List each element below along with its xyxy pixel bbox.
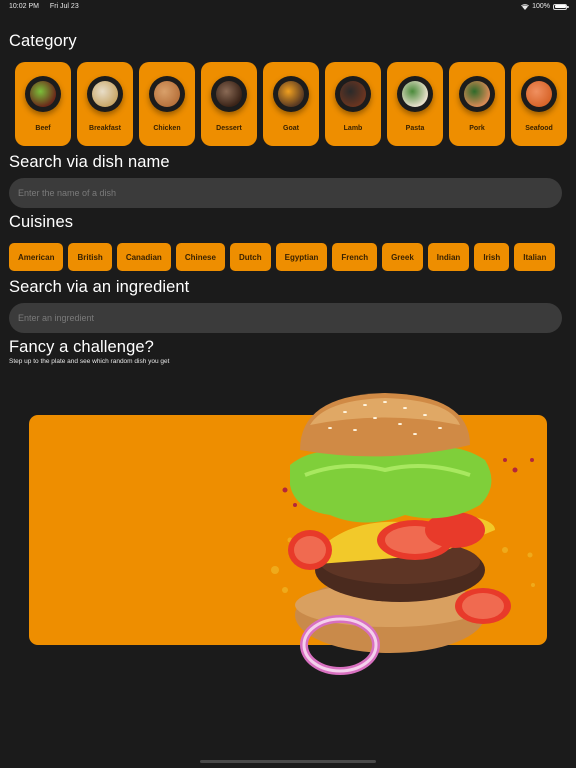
dish-search-title: Search via dish name: [9, 153, 170, 171]
cuisine-chip-american[interactable]: American: [9, 243, 64, 271]
cuisine-chip-british[interactable]: British: [68, 243, 112, 271]
category-card-lamb[interactable]: Lamb: [325, 62, 381, 146]
battery-fill: [554, 5, 566, 8]
category-image: [273, 76, 309, 112]
dish-photo: [464, 81, 490, 107]
category-card-chicken[interactable]: Chicken: [139, 62, 195, 146]
dish-photo: [92, 81, 118, 107]
category-label: Goat: [283, 125, 299, 132]
dish-photo: [30, 81, 56, 107]
dish-search-input[interactable]: [9, 178, 562, 208]
category-card-seafood[interactable]: Seafood: [511, 62, 567, 146]
cuisine-chip-chinese[interactable]: Chinese: [175, 243, 225, 271]
wifi-icon: [521, 3, 530, 10]
challenge-subtitle: Step up to the plate and see which rando…: [9, 358, 170, 365]
dish-photo: [526, 81, 552, 107]
category-image: [87, 76, 123, 112]
category-image: [149, 76, 185, 112]
category-image: [397, 76, 433, 112]
category-label: Seafood: [525, 125, 553, 132]
dish-photo: [154, 81, 180, 107]
category-label: Chicken: [153, 125, 181, 132]
cuisine-list[interactable]: American British Canadian Chinese Dutch Egypt…: [9, 243, 567, 271]
cuisine-chip-canadian[interactable]: Canadian: [116, 243, 171, 271]
category-image: [211, 76, 247, 112]
status-time: 10:02 PM: [9, 3, 39, 10]
category-label: Dessert: [216, 125, 242, 132]
category-list: Beef Breakfast Chicken Dessert Goat Lamb Pasta…: [15, 62, 567, 146]
category-card-pork[interactable]: Pork: [449, 62, 505, 146]
category-card-breakfast[interactable]: Breakfast: [77, 62, 133, 146]
ingredient-search-title: Search via an ingredient: [9, 278, 190, 296]
category-card-goat[interactable]: Goat: [263, 62, 319, 146]
category-label: Lamb: [343, 125, 363, 132]
cuisines-title: Cuisines: [9, 213, 74, 231]
cuisine-chip-egyptian[interactable]: Egyptian: [275, 243, 328, 271]
cuisine-chip-greek[interactable]: Greek: [382, 243, 423, 271]
status-date: Fri Jul 23: [49, 3, 79, 10]
category-image: [25, 76, 61, 112]
cuisine-chip-french[interactable]: French: [332, 243, 378, 271]
category-card-pasta[interactable]: Pasta: [387, 62, 443, 146]
ingredient-search-input[interactable]: [9, 303, 562, 333]
category-label: Pasta: [405, 125, 425, 132]
category-label: Beef: [35, 125, 51, 132]
dish-photo: [340, 81, 366, 107]
status-bar: 10:02 PM Fri Jul 23 100%: [0, 0, 576, 16]
cuisine-chip-italian[interactable]: Italian: [514, 243, 556, 271]
category-image: [335, 76, 371, 112]
category-image: [459, 76, 495, 112]
category-title: Category: [9, 32, 77, 50]
dish-photo: [278, 81, 304, 107]
battery-percent: 100%: [532, 3, 550, 10]
dish-photo: [216, 81, 242, 107]
category-card-beef[interactable]: Beef: [15, 62, 71, 146]
category-label: Pork: [469, 125, 485, 132]
category-card-dessert[interactable]: Dessert: [201, 62, 257, 146]
battery-icon: [553, 3, 569, 10]
dish-photo: [402, 81, 428, 107]
home-indicator[interactable]: [200, 760, 376, 763]
cuisine-chip-dutch[interactable]: Dutch: [229, 243, 271, 271]
lettuce: [290, 446, 492, 523]
cuisine-chip-irish[interactable]: Irish: [474, 243, 510, 271]
category-label: Breakfast: [89, 125, 121, 132]
burger-illustration[interactable]: [255, 390, 545, 690]
challenge-title: Fancy a challenge?: [9, 338, 154, 356]
cuisine-chip-indian[interactable]: Indian: [427, 243, 470, 271]
category-image: [521, 76, 557, 112]
